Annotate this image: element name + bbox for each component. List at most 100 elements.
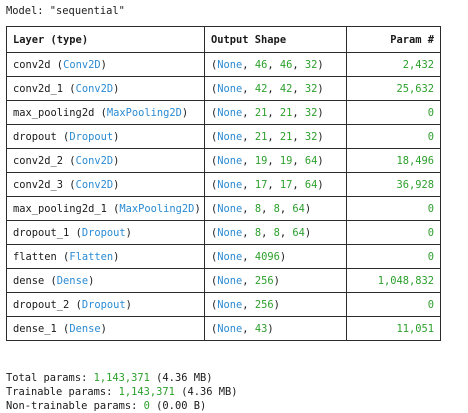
batch-dim: None xyxy=(217,274,243,287)
param-count-cell: 0 xyxy=(346,244,441,269)
totals-line: Trainable params: 1,143,371 (4.36 MB) xyxy=(6,385,238,399)
shape-dim: 46 xyxy=(279,58,293,71)
shape-dim: 19 xyxy=(279,154,293,167)
shape-dim: 4096 xyxy=(254,250,280,263)
param-count: 0 xyxy=(427,106,434,119)
totals-line: Total params: 1,143,371 (4.36 MB) xyxy=(6,371,238,385)
output-shape-cell: (None, 4096) xyxy=(204,244,347,269)
layer-type: Dense xyxy=(56,274,89,287)
shape-dim: 46 xyxy=(254,58,268,71)
table-row: conv2d_1 (Conv2D) (None, 42, 42, 32) 25,63… xyxy=(6,76,441,101)
shape-dim: 32 xyxy=(304,58,318,71)
batch-dim: None xyxy=(217,178,243,191)
shape-dim: 32 xyxy=(304,106,318,119)
totals-size: (0.00 B) xyxy=(156,400,207,412)
layer-cell: dense (Dense) xyxy=(6,268,205,293)
table-row: conv2d_3 (Conv2D) (None, 17, 17, 64) 36,92… xyxy=(6,172,441,197)
layer-cell: conv2d_2 (Conv2D) xyxy=(6,148,205,173)
param-count: 18,496 xyxy=(396,154,434,167)
totals-count: 1,143,371 xyxy=(118,386,175,398)
layer-cell: conv2d_3 (Conv2D) xyxy=(6,172,205,197)
shape-dim: 42 xyxy=(279,82,293,95)
shape-dim: 42 xyxy=(254,82,268,95)
batch-dim: None xyxy=(217,106,243,119)
shape-dim: 8 xyxy=(254,226,262,239)
layer-cell: dense_1 (Dense) xyxy=(6,316,205,341)
table-row: dropout_2 (Dropout) (None, 256) 0 xyxy=(6,292,441,317)
table-row: conv2d (Conv2D) (None, 46, 46, 32) 2,432 xyxy=(6,52,441,77)
shape-dim: 21 xyxy=(254,106,268,119)
param-count: 1,048,832 xyxy=(377,274,434,287)
output-shape-cell: (None, 21, 21, 32) xyxy=(204,100,347,125)
batch-dim: None xyxy=(217,130,243,143)
layer-type: MaxPooling2D xyxy=(119,202,195,215)
batch-dim: None xyxy=(217,250,243,263)
header-output-shape: Output Shape xyxy=(204,26,347,53)
param-count-cell: 0 xyxy=(346,220,441,245)
shape-dim: 64 xyxy=(304,178,318,191)
param-count: 25,632 xyxy=(396,82,434,95)
layer-cell: dropout_2 (Dropout) xyxy=(6,292,205,317)
layer-cell: dropout (Dropout) xyxy=(6,124,205,149)
layer-type: Dense xyxy=(69,322,101,335)
output-shape-cell: (None, 17, 17, 64) xyxy=(204,172,347,197)
layer-cell: conv2d (Conv2D) xyxy=(6,52,205,77)
model-summary-table: Layer (type) Output Shape Param # conv2d… xyxy=(6,26,441,341)
layer-cell: max_pooling2d (MaxPooling2D) xyxy=(6,100,205,125)
shape-dim: 256 xyxy=(254,298,274,311)
table-header-row: Layer (type) Output Shape Param # xyxy=(6,26,441,53)
layer-type: Flatten xyxy=(69,250,114,263)
shape-dim: 8 xyxy=(273,226,280,239)
totals-label: Trainable params: xyxy=(6,386,113,398)
batch-dim: None xyxy=(217,298,243,311)
layer-cell: max_pooling2d_1 (MaxPooling2D) xyxy=(6,196,205,221)
shape-dim: 21 xyxy=(279,106,293,119)
table-row: dense_1 (Dense) (None, 43) 11,051 xyxy=(6,316,441,341)
param-count-cell: 0 xyxy=(346,292,441,317)
layer-cell: flatten (Flatten) xyxy=(6,244,205,269)
totals-size: (4.36 MB) xyxy=(181,386,238,398)
layer-name: dropout_1 xyxy=(13,226,70,239)
layer-type: Dropout xyxy=(81,226,126,239)
layer-name: dense_1 xyxy=(13,322,57,335)
shape-dim: 64 xyxy=(304,154,318,167)
layer-name: conv2d_3 xyxy=(13,178,64,191)
param-count: 0 xyxy=(427,298,434,311)
table-row: dropout_1 (Dropout) (None, 8, 8, 64) 0 xyxy=(6,220,441,245)
layer-name: flatten xyxy=(13,250,57,263)
model-title: Model: "sequential" xyxy=(6,5,125,17)
layer-name: dense xyxy=(13,274,45,287)
output-shape-cell: (None, 21, 21, 32) xyxy=(204,124,347,149)
param-count: 0 xyxy=(427,226,434,239)
shape-dim: 21 xyxy=(279,130,293,143)
totals-size: (4.36 MB) xyxy=(156,372,213,384)
param-count-cell: 2,432 xyxy=(346,52,441,77)
layer-cell: dropout_1 (Dropout) xyxy=(6,220,205,245)
output-shape-cell: (None, 42, 42, 32) xyxy=(204,76,347,101)
layer-name: max_pooling2d_1 xyxy=(13,202,107,215)
layer-type: MaxPooling2D xyxy=(106,106,182,119)
totals-line: Non-trainable params: 0 (0.00 B) xyxy=(6,399,238,413)
shape-dim: 17 xyxy=(279,178,293,191)
layer-name: conv2d_2 xyxy=(13,154,64,167)
shape-dim: 8 xyxy=(273,202,280,215)
layer-name: dropout_2 xyxy=(13,298,70,311)
output-shape-cell: (None, 8, 8, 64) xyxy=(204,196,347,221)
output-shape-cell: (None, 8, 8, 64) xyxy=(204,220,347,245)
layer-cell: conv2d_1 (Conv2D) xyxy=(6,76,205,101)
table-row: conv2d_2 (Conv2D) (None, 19, 19, 64) 18,49… xyxy=(6,148,441,173)
shape-dim: 19 xyxy=(254,154,268,167)
param-count-cell: 0 xyxy=(346,196,441,221)
totals-label: Total params: xyxy=(6,372,88,384)
layer-type: Dropout xyxy=(81,298,126,311)
layer-name: conv2d xyxy=(13,58,51,71)
output-shape-cell: (None, 19, 19, 64) xyxy=(204,148,347,173)
param-count: 2,432 xyxy=(402,58,434,71)
layer-name: dropout xyxy=(13,130,57,143)
param-count-cell: 11,051 xyxy=(346,316,441,341)
param-count: 0 xyxy=(427,250,434,263)
table-row: flatten (Flatten) (None, 4096) 0 xyxy=(6,244,441,269)
layer-type: Conv2D xyxy=(75,154,114,167)
totals-count: 0 xyxy=(143,400,150,412)
shape-dim: 64 xyxy=(292,226,305,239)
